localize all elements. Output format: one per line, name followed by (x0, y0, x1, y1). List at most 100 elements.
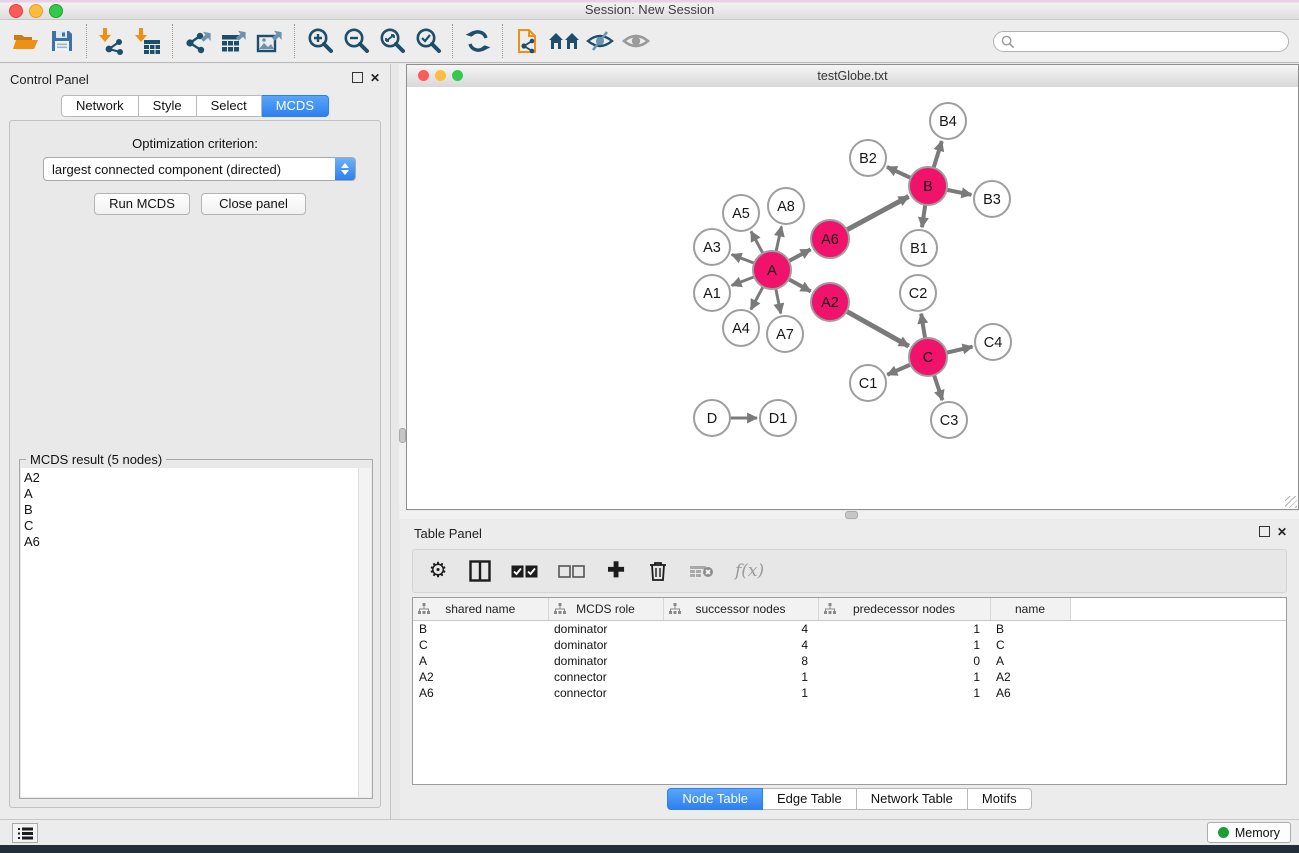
network-canvas[interactable]: B4B2BB3A8A5A6A3B1AA1C2A2A4A7C4CC1C3DD1 (407, 87, 1298, 509)
column-header-successor-nodes[interactable]: successor nodes (663, 598, 818, 621)
minimize-traffic-light[interactable] (29, 4, 43, 18)
network-graph[interactable]: B4B2BB3A8A5A6A3B1AA1C2A2A4A7C4CC1C3DD1 (407, 87, 1298, 509)
close-panel-icon[interactable]: ✕ (1277, 527, 1287, 537)
table-cell[interactable]: A6 (990, 685, 1070, 701)
select-all-button[interactable] (511, 559, 538, 583)
table-cell[interactable]: dominator (548, 621, 663, 638)
delete-table-button[interactable] (689, 559, 715, 583)
graph-node-A4[interactable]: A4 (723, 310, 759, 346)
network-minimize-traffic-light[interactable] (435, 70, 446, 81)
float-panel-icon[interactable] (1259, 526, 1270, 537)
zoom-traffic-light[interactable] (49, 4, 63, 18)
column-browser-button[interactable] (469, 559, 491, 583)
show-all-button[interactable] (618, 24, 654, 58)
graph-node-C1[interactable]: C1 (850, 365, 886, 401)
result-list-item[interactable]: C (24, 518, 359, 534)
table-row[interactable]: Cdominator41C (413, 637, 1286, 653)
tab-style[interactable]: Style (139, 95, 197, 117)
graph-node-B1[interactable]: B1 (901, 230, 937, 266)
table-cell[interactable]: 1 (818, 685, 990, 701)
export-network-button[interactable] (180, 24, 216, 58)
tab-select[interactable]: Select (197, 95, 262, 117)
table-cell[interactable]: A2 (413, 669, 548, 685)
tab-network[interactable]: Network (61, 95, 139, 117)
column-header-name[interactable]: name (990, 598, 1070, 621)
table-cell[interactable]: 0 (818, 653, 990, 669)
graph-node-B2[interactable]: B2 (850, 140, 886, 176)
function-builder-button[interactable]: f(x) (735, 559, 764, 583)
horizontal-scroll-thumb[interactable] (845, 511, 858, 519)
table-cell[interactable]: C (413, 637, 548, 653)
deselect-all-button[interactable] (558, 559, 585, 583)
table-settings-button[interactable]: ⚙ (427, 559, 449, 583)
export-table-button[interactable] (216, 24, 252, 58)
add-column-button[interactable]: ✚ (605, 559, 627, 583)
table-cell[interactable]: 8 (663, 653, 818, 669)
tab-node-table[interactable]: Node Table (667, 788, 763, 810)
vertical-scroll-thumb[interactable] (399, 428, 406, 443)
graph-node-C4[interactable]: C4 (975, 324, 1011, 360)
result-list-item[interactable]: A (24, 486, 359, 502)
resize-grip[interactable] (1285, 496, 1297, 508)
graph-node-A3[interactable]: A3 (694, 229, 730, 265)
memory-button[interactable]: Memory (1207, 822, 1291, 843)
tab-mcds[interactable]: MCDS (262, 95, 329, 117)
task-history-button[interactable] (12, 823, 38, 843)
table-row[interactable]: Bdominator41B (413, 621, 1286, 638)
table-cell[interactable]: 4 (663, 637, 818, 653)
mcds-result-list[interactable]: A2ABCA6 (21, 468, 359, 797)
zoom-out-button[interactable] (338, 24, 374, 58)
graph-node-A1[interactable]: A1 (694, 275, 730, 311)
graph-node-B4[interactable]: B4 (930, 103, 966, 139)
table-cell[interactable]: dominator (548, 653, 663, 669)
table-cell[interactable]: B (413, 621, 548, 638)
search-field[interactable] (993, 31, 1289, 52)
zoom-selected-button[interactable] (410, 24, 446, 58)
graph-node-D1[interactable]: D1 (760, 400, 796, 436)
table-cell[interactable]: A6 (413, 685, 548, 701)
table-cell[interactable]: C (990, 637, 1070, 653)
graph-node-B3[interactable]: B3 (974, 181, 1010, 217)
result-scrollbar[interactable] (358, 468, 371, 797)
graph-node-C3[interactable]: C3 (931, 402, 967, 438)
result-list-item[interactable]: A2 (24, 470, 359, 486)
table-cell[interactable]: A2 (990, 669, 1070, 685)
network-window-titlebar[interactable]: testGlobe.txt (407, 65, 1298, 88)
table-cell[interactable]: 4 (663, 621, 818, 638)
table-cell[interactable]: 1 (818, 621, 990, 638)
run-mcds-button[interactable]: Run MCDS (94, 193, 190, 215)
graph-node-C[interactable]: C (909, 338, 947, 376)
first-neighbors-button[interactable] (546, 24, 582, 58)
close-panel-icon[interactable]: ✕ (370, 73, 380, 83)
save-session-button[interactable] (44, 24, 80, 58)
result-list-item[interactable]: B (24, 502, 359, 518)
column-header-shared-name[interactable]: shared name (413, 598, 548, 621)
graph-node-B[interactable]: B (909, 167, 947, 205)
tab-edge-table[interactable]: Edge Table (763, 788, 857, 810)
column-header-predecessor-nodes[interactable]: predecessor nodes (818, 598, 990, 621)
table-cell[interactable]: connector (548, 685, 663, 701)
tab-motifs[interactable]: Motifs (968, 788, 1032, 810)
table-row[interactable]: Adominator80A (413, 653, 1286, 669)
graph-node-A7[interactable]: A7 (767, 316, 803, 352)
hide-selected-button[interactable] (582, 24, 618, 58)
table-row[interactable]: A2connector11A2 (413, 669, 1286, 685)
float-panel-icon[interactable] (352, 72, 363, 83)
delete-column-button[interactable] (647, 559, 669, 583)
network-from-selection-button[interactable] (510, 24, 546, 58)
table-row[interactable]: A6connector11A6 (413, 685, 1286, 701)
graph-node-A5[interactable]: A5 (723, 195, 759, 231)
open-session-button[interactable] (8, 24, 44, 58)
table-cell[interactable]: B (990, 621, 1070, 638)
table-cell[interactable]: 1 (663, 669, 818, 685)
table-cell[interactable]: connector (548, 669, 663, 685)
tab-network-table[interactable]: Network Table (857, 788, 968, 810)
graph-node-A2[interactable]: A2 (811, 283, 849, 321)
table-cell[interactable]: 1 (663, 685, 818, 701)
table-cell[interactable]: dominator (548, 637, 663, 653)
zoom-fit-button[interactable] (374, 24, 410, 58)
result-list-item[interactable]: A6 (24, 534, 359, 550)
graph-node-A8[interactable]: A8 (768, 188, 804, 224)
graph-node-D[interactable]: D (694, 400, 730, 436)
table-cell[interactable]: A (990, 653, 1070, 669)
